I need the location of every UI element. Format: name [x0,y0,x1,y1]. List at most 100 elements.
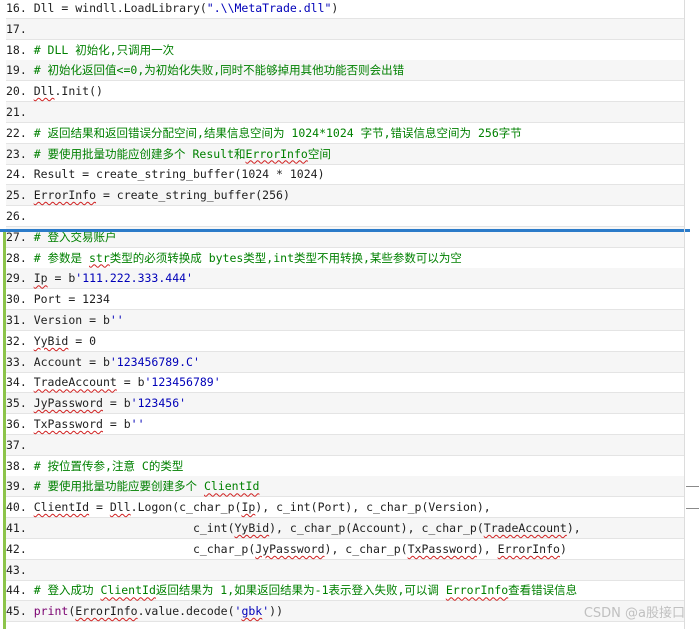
code-line[interactable]: 28. # 参数是 str类型的必须转换成 bytes类型,int类型不用转换,… [6,248,684,269]
code-line[interactable]: 29. Ip = b'111.222.333.444' [6,268,684,290]
code-line[interactable]: 34. TradeAccount = b'123456789' [6,372,684,394]
line-number: 16. [6,1,34,15]
line-number: 22. [6,125,34,140]
line-code: Dll.Init() [34,84,103,98]
code-token: c_char_p( [33,541,256,556]
code-line[interactable]: 20. Dll.Init() [6,81,684,103]
code-token: # 初始化返回值<=0,为初始化失败,同时不能够掉用其他功能否则会出错 [33,63,405,78]
code-token: '' [130,417,145,431]
code-line[interactable]: 45. print(ErrorInfo.value.decode('gbk')) [6,601,684,623]
code-line[interactable]: 38. # 按位置传参,注意 C的类型 [6,456,684,477]
code-line[interactable]: 32. YyBid = 0 [6,331,684,352]
code-token: gbk [241,604,263,619]
scroll-tick-mark [686,486,699,487]
code-token: = 0 [68,333,97,348]
code-token: # 按位置传参,注意 C的类型 [33,458,184,473]
code-token: str [88,250,110,265]
code-line[interactable]: 43. [6,559,684,581]
code-token: '' [109,313,124,327]
line-number: 23. [6,146,34,161]
code-editor[interactable]: 16. Dll = windll.LoadLibrary(".\\MetaTra… [0,0,699,629]
code-line[interactable]: 39. # 要使用批量功能应要创建多个 ClientId [6,476,684,498]
code-token: Ip [33,271,48,286]
code-token: Dll = windll.LoadLibrary( [33,1,207,15]
code-token: # DLL 初始化,只调用一次 [33,42,175,57]
code-line[interactable]: 18. # DLL 初始化,只调用一次 [6,40,684,61]
code-token: ) [559,541,567,556]
code-token: = create_string_buffer(256) [96,188,290,203]
code-token: ErrorInfo [75,604,138,619]
code-line[interactable]: 30. Port = 1234 [6,289,684,311]
line-number: 41. [6,521,34,535]
code-token: ErrorInfo [445,583,509,598]
code-token: ErrorInfo [497,541,560,556]
line-code: ClientId = Dll.Logon(c_char_p(Ip), c_int… [34,500,491,514]
code-token: ), c_int(Port), c_char_p(Version), [255,500,491,515]
code-token: '111.222.333.444' [75,271,193,286]
line-number: 28. [6,250,34,265]
code-token: ErrorInfo [33,188,97,203]
code-line[interactable]: 37. [6,434,684,456]
code-line[interactable]: 36. TxPassword = b'' [6,414,684,435]
line-number: 29. [6,271,34,286]
code-line[interactable]: 26. [6,206,684,227]
code-token: JyPassword [255,541,325,556]
line-number: 37. [6,437,34,452]
code-token: .Init() [54,84,103,99]
code-token: Dll [109,500,131,515]
code-token: JyPassword [33,396,103,411]
code-token: '123456789.C' [109,354,200,369]
line-code: # 要使用批量功能应要创建多个 ClientId [34,479,260,493]
code-token: ClientId [203,479,260,494]
scroll-tick-mark [686,508,699,509]
line-number: 26. [6,209,34,223]
code-token: Account = b [33,354,110,369]
line-number: 24. [6,167,34,182]
code-line[interactable]: 19. # 初始化返回值<=0,为初始化失败,同时不能够掉用其他功能否则会出错 [6,60,684,82]
code-line[interactable]: 25. ErrorInfo = create_string_buffer(256… [6,185,684,207]
code-line[interactable]: 41. c_int(YyBid), c_char_p(Account), c_c… [6,518,684,539]
code-line[interactable]: 42. c_char_p(JyPassword), c_char_p(TxPas… [6,539,684,560]
code-line[interactable]: 16. Dll = windll.LoadLibrary(".\\MetaTra… [6,0,684,19]
line-number: 19. [6,63,34,78]
code-line[interactable]: 21. [6,102,684,123]
code-token: # 要使用批量功能应要创建多个 [33,479,204,494]
line-number: 34. [6,375,34,390]
code-token: # 登入成功 [33,583,101,598]
code-token: '123456789' [144,375,221,390]
code-line[interactable]: 33. Account = b'123456789.C' [6,351,684,373]
line-code: Account = b'123456789.C' [34,355,200,369]
code-line[interactable]: 23. # 要使用批量功能应创建多个 Result和ErrorInfo空间 [6,143,684,165]
line-code: c_char_p(JyPassword), c_char_p(TxPasswor… [34,542,567,556]
code-line[interactable]: 17. [6,18,684,40]
line-number: 38. [6,458,34,473]
line-number: 31. [6,313,34,327]
code-token: = b [102,417,131,431]
line-number: 36. [6,417,34,431]
code-token: YyBid [33,333,69,348]
code-line[interactable]: 24. Result = create_string_buffer(1024 *… [6,164,684,186]
code-token: ), c_char_p( [324,541,408,556]
line-number: 18. [6,42,34,57]
line-code: c_int(YyBid), c_char_p(Account), c_char_… [34,521,581,535]
code-line[interactable]: 44. # 登入成功 ClientId返回结果为 1,如果返回结果为-1表示登入… [6,580,684,602]
line-code: TxPassword = b'' [34,417,145,431]
line-number: 32. [6,333,34,348]
code-line[interactable]: 40. ClientId = Dll.Logon(c_char_p(Ip), c… [6,497,684,519]
code-token: ClientId [33,500,90,515]
line-number: 42. [6,541,34,556]
code-line[interactable]: 22. # 返回结果和返回错误分配空间,结果信息空间为 1024*1024 字节… [6,123,684,144]
line-number: 45. [6,604,34,619]
line-number: 20. [6,84,34,99]
line-code: Version = b'' [34,313,124,327]
code-token: Dll [33,84,55,99]
code-token: ) [331,1,339,15]
line-code: JyPassword = b'123456' [34,396,186,410]
line-code: # 参数是 str类型的必须转换成 bytes类型,int类型不用转换,某些参数… [34,251,462,265]
code-token: .value.decode( [137,604,235,619]
line-code: print(ErrorInfo.value.decode('gbk')) [34,604,283,618]
code-line[interactable]: 31. Version = b'' [6,310,684,331]
line-code: # 登入成功 ClientId返回结果为 1,如果返回结果为-1表示登入失败,可… [34,583,577,597]
code-token: Result = create_string_buffer(1024 * 102… [33,167,325,182]
code-line[interactable]: 35. JyPassword = b'123456' [6,393,684,415]
